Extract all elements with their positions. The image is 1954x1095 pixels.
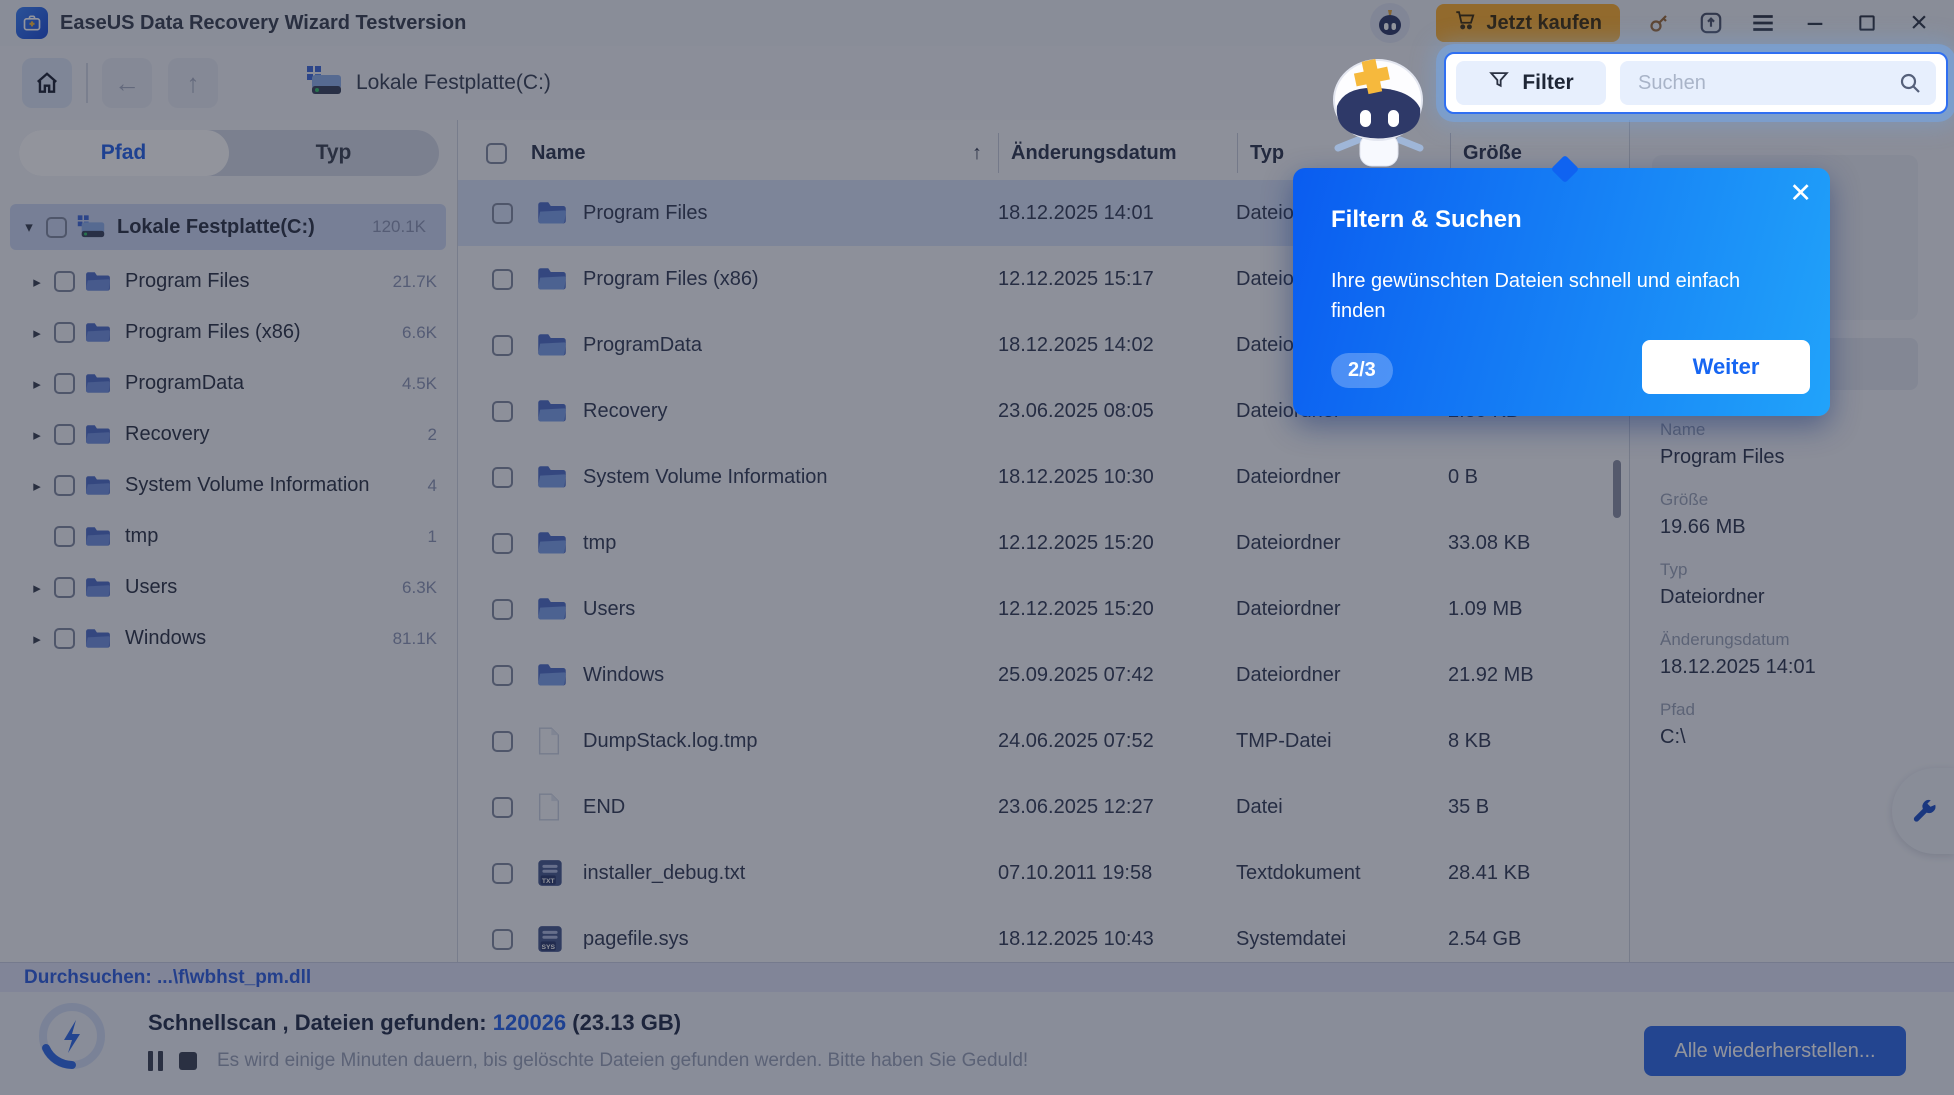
tooltip-step-badge: 2/3 (1331, 353, 1393, 388)
search-field (1620, 61, 1936, 105)
tooltip-next-button[interactable]: Weiter (1642, 340, 1810, 394)
filter-button[interactable]: Filter (1456, 61, 1606, 105)
tooltip-body: Ihre gewünschten Dateien schnell und ein… (1331, 266, 1781, 326)
tooltip-title: Filtern & Suchen (1331, 206, 1522, 234)
filter-search-spotlight: Filter (1444, 52, 1948, 114)
app-window: EaseUS Data Recovery Wizard Testversion … (0, 0, 1954, 1095)
search-icon[interactable] (1898, 71, 1922, 100)
funnel-icon (1488, 69, 1510, 97)
search-input[interactable] (1620, 72, 1936, 95)
tooltip-close-icon[interactable]: ✕ (1789, 180, 1812, 207)
mascot-robot (1322, 52, 1437, 172)
tutorial-tooltip: ✕ Filtern & Suchen Ihre gewünschten Date… (1293, 168, 1830, 416)
tutorial-dim-overlay (0, 0, 1954, 1095)
